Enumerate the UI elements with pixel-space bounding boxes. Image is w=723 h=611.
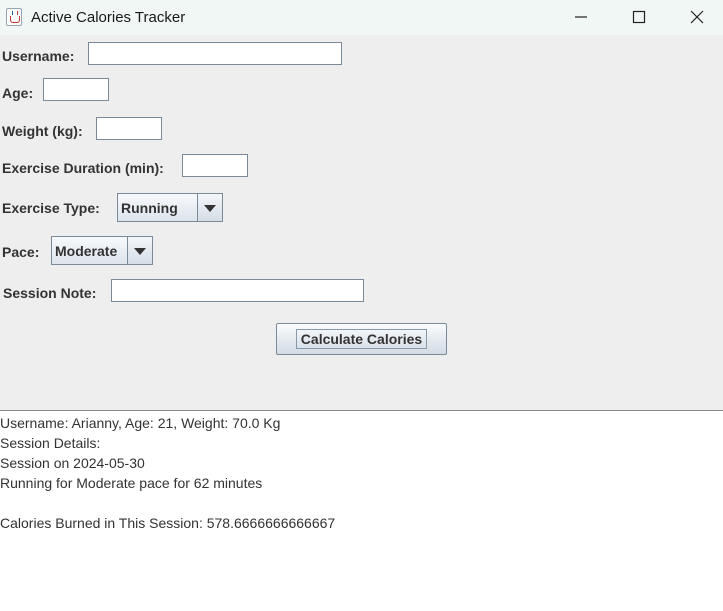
maximize-icon: [632, 10, 646, 24]
session-note-label: Session Note:: [3, 285, 97, 301]
exercise-type-dropdown[interactable]: Running: [117, 193, 223, 222]
divider: [0, 410, 723, 411]
result-session-date-line: Session on 2024-05-30: [0, 455, 145, 471]
username-label: Username:: [2, 48, 75, 64]
input-form-panel: Username: Age: Weight (kg): Exercise Dur…: [0, 35, 723, 410]
chevron-down-icon[interactable]: [198, 194, 222, 221]
weight-field[interactable]: [96, 117, 162, 140]
java-app-icon: [6, 8, 22, 26]
result-calories-line: Calories Burned in This Session: 578.666…: [0, 515, 336, 531]
result-user-line: Username: Arianny, Age: 21, Weight: 70.0…: [0, 415, 281, 431]
window-title: Active Calories Tracker: [31, 9, 186, 26]
chevron-down-icon[interactable]: [128, 237, 152, 264]
duration-field[interactable]: [182, 154, 248, 177]
exercise-type-label: Exercise Type:: [2, 200, 100, 216]
title-bar: Active Calories Tracker: [0, 0, 723, 35]
calculate-calories-label: Calculate Calories: [296, 329, 427, 349]
maximize-button[interactable]: [616, 0, 662, 35]
result-session-details-line: Session Details:: [0, 435, 101, 451]
close-icon: [690, 10, 704, 24]
username-field[interactable]: [88, 42, 342, 65]
age-label: Age:: [2, 85, 34, 101]
age-field[interactable]: [43, 78, 109, 101]
result-exercise-line: Running for Moderate pace for 62 minutes: [0, 475, 263, 491]
close-button[interactable]: [674, 0, 720, 35]
exercise-type-value: Running: [118, 194, 198, 221]
pace-value: Moderate: [52, 237, 128, 264]
minimize-icon: [575, 16, 587, 18]
pace-dropdown[interactable]: Moderate: [51, 236, 153, 265]
duration-label: Exercise Duration (min):: [2, 160, 164, 176]
weight-label: Weight (kg):: [2, 123, 83, 139]
pace-label: Pace:: [2, 244, 40, 260]
session-note-field[interactable]: [111, 279, 364, 302]
calculate-calories-button[interactable]: Calculate Calories: [276, 323, 447, 355]
minimize-button[interactable]: [558, 0, 604, 35]
